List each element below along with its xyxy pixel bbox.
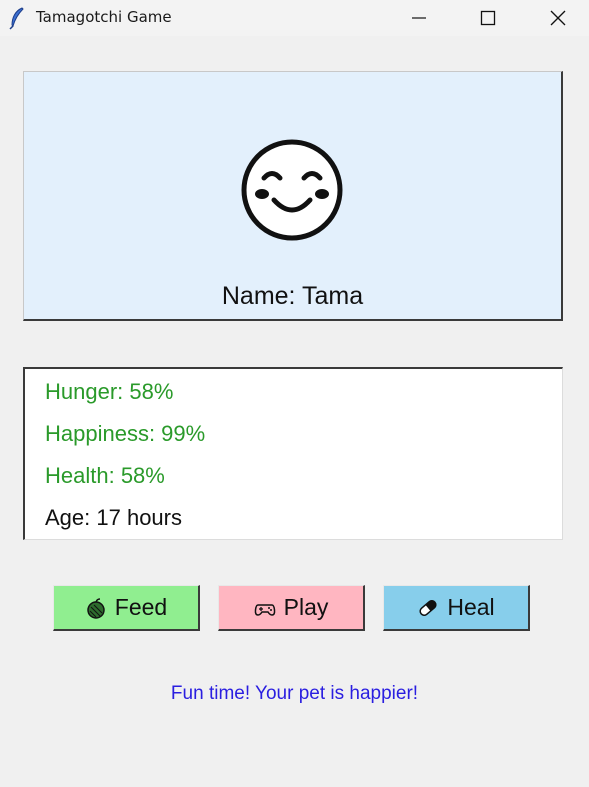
title-bar[interactable]: Tamagotchi Game <box>0 0 589 36</box>
apple-icon <box>85 597 107 619</box>
pet-name-label: Name: Tama <box>221 282 364 310</box>
pet-display-panel: Name: Tama <box>23 71 563 321</box>
play-button-label: Play <box>283 594 329 620</box>
minimize-icon <box>412 17 426 19</box>
minimize-button[interactable] <box>396 0 442 36</box>
feed-button-label: Feed <box>114 594 168 620</box>
feed-button[interactable]: Feed <box>53 585 200 631</box>
health-stat: Health: 58% <box>45 463 165 488</box>
smiling-face-icon <box>241 139 343 241</box>
pill-icon <box>417 597 439 619</box>
hunger-stat: Hunger: 58% <box>45 379 174 404</box>
gamepad-icon <box>254 597 276 619</box>
heal-button-label: Heal <box>447 594 495 620</box>
play-button[interactable]: Play <box>218 585 365 631</box>
close-icon <box>550 10 566 26</box>
feather-icon <box>7 6 27 30</box>
maximize-icon <box>480 10 496 26</box>
heal-button[interactable]: Heal <box>383 585 530 631</box>
happiness-stat: Happiness: 99% <box>45 421 206 446</box>
close-button[interactable] <box>535 0 581 36</box>
age-stat: Age: 17 hours <box>45 505 182 530</box>
status-message: Fun time! Your pet is happier! <box>170 683 419 704</box>
app-window: Tamagotchi Game Name: Tama Hunger: 58% H… <box>0 0 589 787</box>
stats-panel: Hunger: 58% Happiness: 99% Health: 58% A… <box>23 367 563 540</box>
maximize-button[interactable] <box>465 0 511 36</box>
window-title: Tamagotchi Game <box>36 8 172 26</box>
